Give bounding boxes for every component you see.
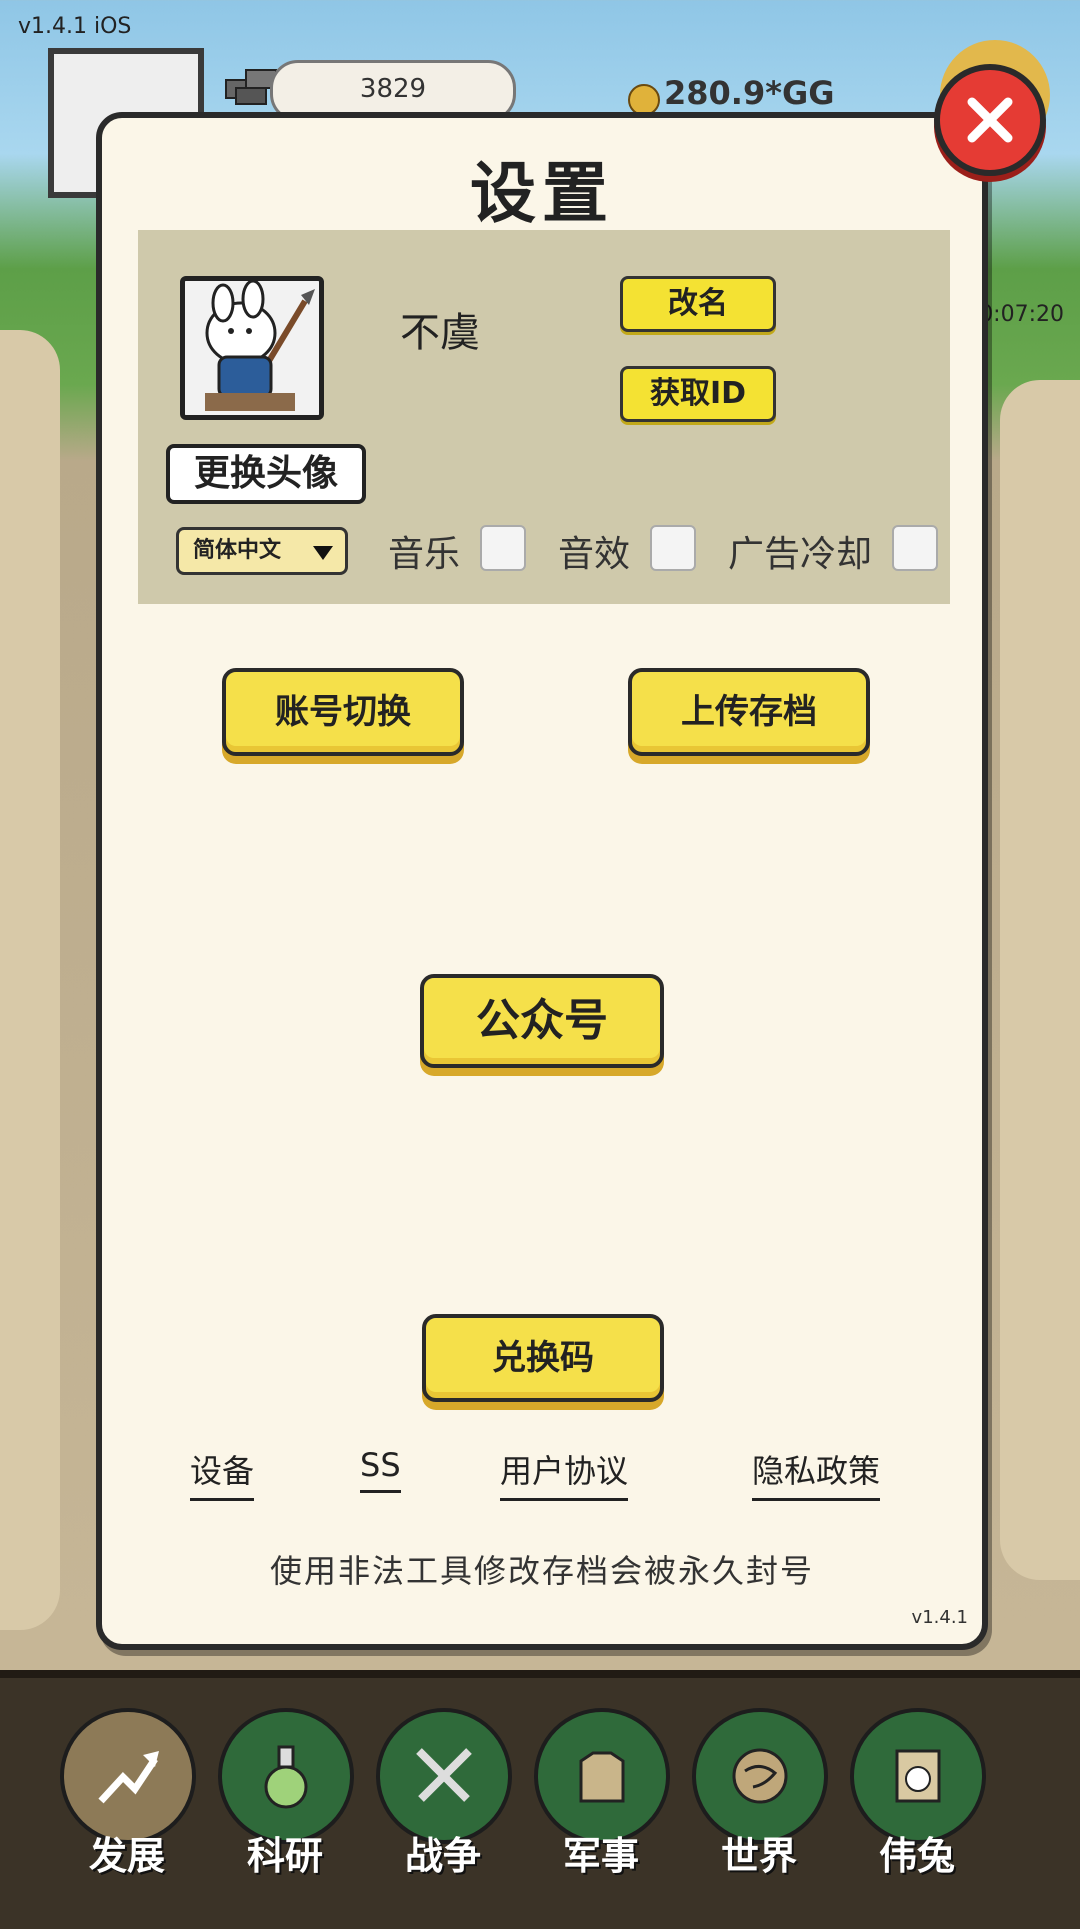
profile-panel: 更换头像 不虞 改名 获取ID 简体中文 音乐 音效 广告冷却: [138, 230, 950, 604]
rabbit-warrior-avatar-icon: [185, 281, 319, 415]
bottom-nav: 发展 科研 战争 军事 世界 伟兔: [0, 1670, 1080, 1929]
settings-dialog: 设置 更换头像 不虞 改名 获取ID 简体中文 音乐 音效 广告冷却 账号切换 …: [96, 112, 988, 1650]
chevron-down-icon: [313, 546, 333, 560]
rabbit-icon: [895, 1749, 941, 1803]
nav-label: 科研: [246, 1834, 323, 1878]
username: 不虞: [400, 310, 480, 356]
develop-icon: [98, 1751, 159, 1804]
dialog-version: v1.4.1: [911, 1607, 968, 1628]
coat-icon: [579, 1751, 625, 1803]
nav-label: 军事: [562, 1834, 639, 1878]
nav-world[interactable]: 世界: [692, 1708, 828, 1908]
close-icon: [967, 97, 1013, 143]
language-select[interactable]: 简体中文: [176, 527, 348, 575]
change-avatar-button[interactable]: 更换头像: [166, 444, 366, 504]
ss-link[interactable]: SS: [360, 1446, 401, 1493]
user-agreement-link[interactable]: 用户协议: [500, 1446, 629, 1501]
language-value: 简体中文: [193, 538, 282, 563]
sound-label: 音效: [558, 534, 631, 575]
nav-label: 世界: [720, 1834, 797, 1878]
app-version: v1.4.1 iOS: [18, 14, 132, 39]
nav-label: 伟兔: [878, 1834, 955, 1878]
warning-text: 使用非法工具修改存档会被永久封号: [269, 1552, 814, 1590]
nav-war[interactable]: 战争: [376, 1708, 512, 1908]
device-link[interactable]: 设备: [190, 1446, 255, 1501]
nav-great-rabbit[interactable]: 伟兔: [850, 1708, 986, 1908]
upload-save-button[interactable]: 上传存档: [628, 668, 870, 756]
bg-side-panel-right: [1000, 380, 1080, 1580]
avatar: [180, 276, 324, 420]
ad-cooldown-label: 广告冷却: [728, 534, 873, 575]
privacy-policy-link[interactable]: 隐私政策: [752, 1446, 881, 1501]
switch-account-button[interactable]: 账号切换: [222, 668, 464, 756]
ad-cooldown-checkbox[interactable]: [892, 525, 938, 571]
nav-military[interactable]: 军事: [534, 1708, 670, 1908]
flask-icon: [264, 1745, 308, 1809]
nav-research[interactable]: 科研: [218, 1708, 354, 1908]
rename-button[interactable]: 改名: [620, 276, 776, 332]
music-checkbox[interactable]: [480, 525, 526, 571]
swords-icon: [416, 1748, 472, 1802]
redeem-code-button[interactable]: 兑换码: [422, 1314, 664, 1402]
side-timer: 0:07:20: [979, 302, 1064, 327]
music-label: 音乐: [388, 534, 461, 575]
bg-side-panel-left: [0, 330, 60, 1630]
sound-checkbox[interactable]: [650, 525, 696, 571]
nav-label: 发展: [88, 1834, 165, 1878]
close-button[interactable]: [934, 64, 1046, 176]
dialog-title: 设置: [470, 155, 614, 232]
get-id-button[interactable]: 获取ID: [620, 366, 776, 422]
nav-develop[interactable]: 发展: [60, 1708, 196, 1908]
nav-label: 战争: [404, 1834, 481, 1878]
gold-counter: 280.9*GG: [664, 74, 835, 112]
official-account-button[interactable]: 公众号: [420, 974, 664, 1068]
globe-icon: [732, 1748, 788, 1804]
